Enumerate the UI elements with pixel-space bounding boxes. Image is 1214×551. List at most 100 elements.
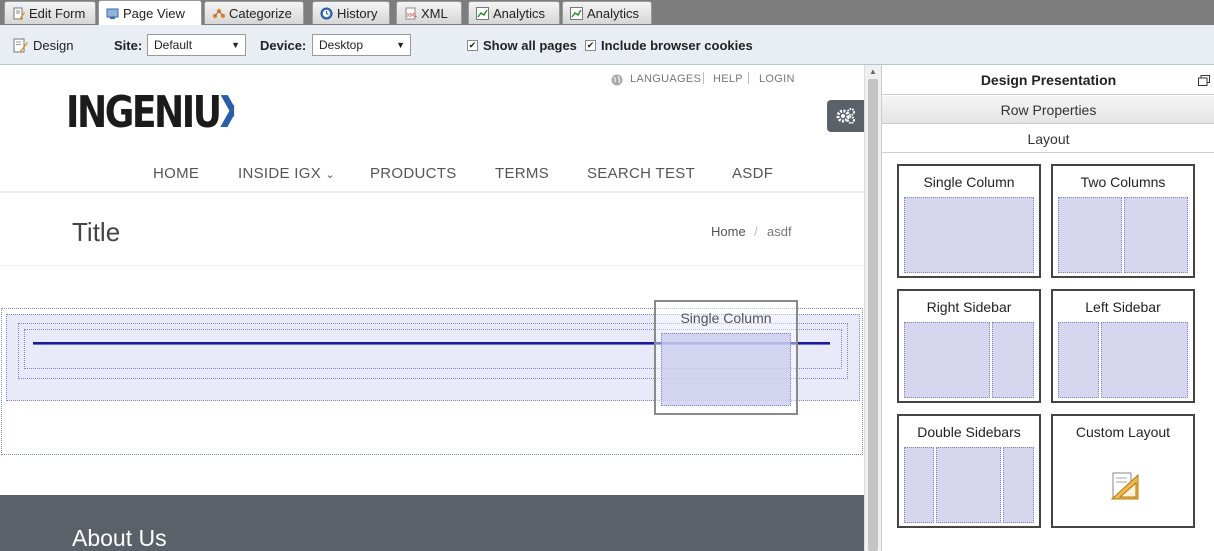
divider	[0, 265, 864, 266]
help-link[interactable]: HELP	[713, 73, 743, 85]
site-label: Site:	[114, 37, 143, 53]
tab-page-view[interactable]: Page View	[98, 0, 202, 25]
tab-history[interactable]: History	[312, 1, 390, 24]
row-properties-label: Row Properties	[1000, 101, 1097, 118]
logo-text: INGENIUX	[66, 87, 234, 138]
tab-categorize[interactable]: Categorize	[204, 1, 304, 24]
tab-analytics-2[interactable]: Analytics	[562, 1, 652, 24]
nav-item-inside-igx[interactable]: INSIDE IGX ⌄	[238, 165, 335, 182]
layout-label: Two Columns	[1080, 174, 1166, 190]
layout-label: Single Column	[923, 174, 1015, 190]
design-icon	[13, 38, 28, 53]
history-icon	[320, 7, 333, 19]
toolbar: Design Site: Default ▼ Device: Desktop ▼…	[0, 25, 1214, 65]
panel-header: Design Presentation	[882, 65, 1214, 95]
layout-section[interactable]: Layout	[882, 125, 1214, 153]
languages-link[interactable]: LANGUAGES	[630, 73, 701, 85]
layout-two-columns[interactable]: Two Columns	[1051, 164, 1195, 278]
site-logo[interactable]: INGENIUX	[66, 87, 234, 138]
breadcrumb-current: asdf	[767, 224, 792, 239]
tab-label: Analytics	[587, 5, 640, 21]
layout-label: Custom Layout	[1075, 424, 1171, 440]
tab-label: History	[337, 5, 378, 21]
layout-label: Double Sidebars	[917, 424, 1021, 440]
page-view-icon	[106, 8, 119, 19]
show-all-pages-checkbox[interactable]: ✔	[467, 39, 478, 51]
layout-label: Left Sidebar	[1085, 299, 1161, 315]
show-all-pages-option: ✔ Show all pages	[467, 25, 577, 65]
design-label: Design	[33, 37, 74, 53]
svg-text:XML: XML	[407, 13, 418, 19]
login-link[interactable]: LOGIN	[759, 73, 795, 85]
device-value: Desktop	[319, 38, 364, 52]
drag-ghost-preview	[661, 333, 791, 406]
tab-label: Page View	[123, 5, 185, 21]
site-select[interactable]: Default ▼	[147, 34, 246, 56]
custom-layout-icon	[1110, 472, 1139, 500]
include-cookies-option: ✔ Include browser cookies	[585, 25, 753, 65]
xml-icon: XML	[405, 7, 418, 19]
layout-right-sidebar[interactable]: Right Sidebar	[897, 289, 1041, 403]
tab-label: Categorize	[229, 5, 292, 21]
panel-title: Design Presentation	[980, 71, 1117, 88]
tab-label: Analytics	[493, 5, 546, 21]
nav-item-products[interactable]: PRODUCTS	[370, 165, 457, 182]
drag-ghost-label: Single Column	[680, 310, 772, 326]
breadcrumb-home[interactable]: Home	[711, 224, 746, 239]
drag-ghost-single-column[interactable]: Single Column	[654, 300, 798, 415]
nav-item-home[interactable]: HOME	[153, 165, 199, 182]
layout-column	[1058, 197, 1122, 273]
nav-item-search-test[interactable]: SEARCH TEST	[587, 165, 695, 182]
nav-divider	[0, 191, 864, 193]
design-presentation-panel: Design Presentation Row Properties Layou…	[881, 65, 1214, 551]
scrollbar-thumb[interactable]	[868, 79, 878, 551]
footer-heading: About Us	[72, 525, 167, 551]
preview-scrollbar[interactable]: ▲	[864, 65, 881, 551]
device-select[interactable]: Desktop ▼	[312, 34, 411, 56]
gears-icon	[836, 108, 855, 124]
nav-item-terms[interactable]: TERMS	[495, 165, 549, 182]
device-label: Device:	[260, 37, 307, 53]
layout-label: Right Sidebar	[926, 299, 1012, 315]
layout-single-column[interactable]: Single Column	[897, 164, 1041, 278]
tab-bar: Edit Form Page View Categorize History X…	[0, 0, 1214, 25]
show-all-pages-label: Show all pages	[483, 37, 577, 53]
row-properties-section[interactable]: Row Properties	[882, 96, 1214, 124]
layout-column	[904, 447, 934, 523]
page-preview: LANGUAGES HELP LOGIN INGENIUX HOME INSID…	[0, 65, 864, 551]
globe-icon	[611, 74, 623, 86]
layout-label: Layout	[1027, 130, 1070, 147]
layout-column	[936, 447, 1001, 523]
tab-label: XML	[421, 5, 448, 21]
layout-column	[904, 322, 990, 398]
layout-custom[interactable]: Custom Layout	[1051, 414, 1195, 528]
chevron-down-icon: ⌄	[325, 169, 336, 181]
layout-column	[904, 197, 1034, 273]
nav-label: INSIDE IGX	[238, 165, 322, 182]
analytics-icon	[570, 6, 583, 20]
layout-double-sidebars[interactable]: Double Sidebars	[897, 414, 1041, 528]
layout-column	[1003, 447, 1034, 523]
include-cookies-checkbox[interactable]: ✔	[585, 39, 596, 51]
settings-button[interactable]	[827, 100, 864, 132]
divider	[703, 72, 704, 84]
include-cookies-label: Include browser cookies	[601, 37, 753, 53]
chevron-down-icon: ▼	[396, 40, 405, 50]
tab-xml[interactable]: XML XML	[396, 1, 462, 24]
analytics-icon	[476, 6, 489, 20]
layout-left-sidebar[interactable]: Left Sidebar	[1051, 289, 1195, 403]
divider	[748, 72, 749, 84]
layout-column	[992, 322, 1034, 398]
layout-column	[1058, 322, 1099, 398]
restore-window-icon[interactable]	[1198, 75, 1210, 86]
edit-form-icon	[13, 7, 25, 20]
nav-item-asdf[interactable]: ASDF	[732, 165, 773, 182]
design-button[interactable]: Design	[13, 25, 73, 65]
breadcrumb-separator: /	[754, 224, 758, 239]
categorize-icon	[212, 8, 225, 18]
scroll-up-icon[interactable]: ▲	[869, 67, 877, 76]
tab-label: Edit Form	[29, 5, 86, 21]
tab-edit-form[interactable]: Edit Form	[4, 1, 96, 24]
logo-text-accent: X	[220, 87, 235, 138]
tab-analytics-1[interactable]: Analytics	[468, 1, 560, 24]
